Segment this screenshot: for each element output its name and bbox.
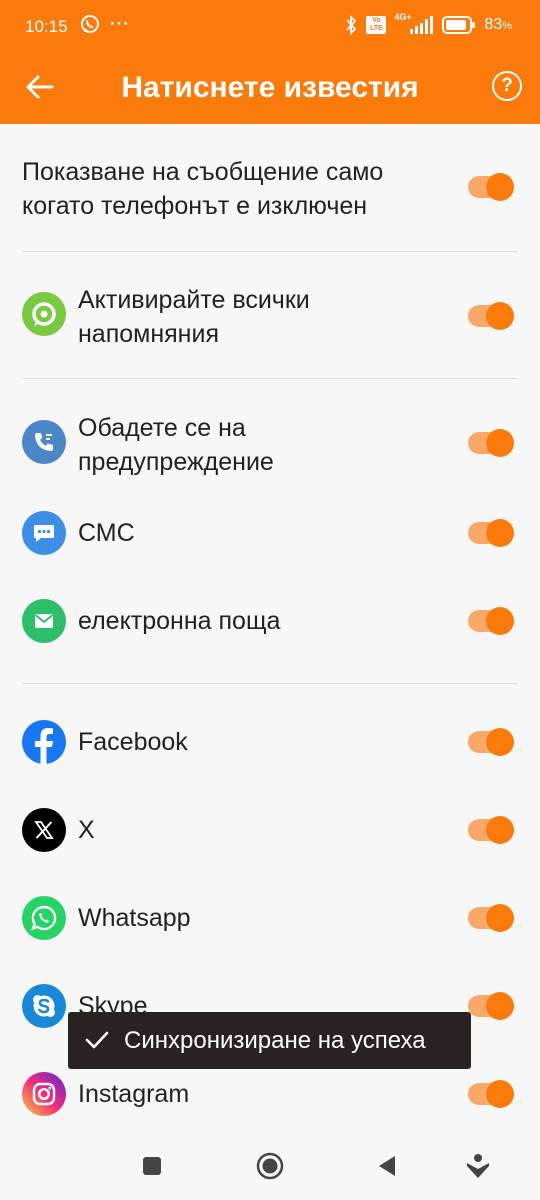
whatsapp-icon (22, 896, 66, 940)
setting-row-x[interactable]: X (0, 805, 540, 859)
toast-text: Синхронизиране на успеха (124, 1027, 426, 1054)
help-button[interactable]: ? (492, 71, 522, 101)
check-icon (85, 1031, 109, 1049)
app-header: 10:15 ··· Vo LTE 4G+ 83% Натиснете извес… (0, 0, 540, 124)
battery-percent: 83% (484, 16, 512, 33)
setting-label-phone-off: Показване на съобщение само когато телеф… (22, 158, 384, 220)
back-nav-button[interactable] (372, 1151, 402, 1181)
instagram-icon (22, 1072, 66, 1116)
help-icon: ? (501, 75, 513, 96)
system-nav-bar (0, 1135, 540, 1200)
signal-group: 4G+ (394, 12, 434, 36)
back-button[interactable] (22, 70, 58, 104)
toggle-phone-off[interactable] (468, 173, 514, 201)
signal-icon (410, 16, 434, 34)
setting-row-call-alert[interactable]: Обадете се на предупреждение (0, 408, 540, 482)
viber-icon (81, 15, 99, 33)
setting-label-whatsapp: Whatsapp (78, 904, 191, 932)
setting-row-facebook[interactable]: Facebook (0, 717, 540, 771)
setting-row-phone-off[interactable]: Показване на съобщение само когато телеф… (0, 152, 540, 232)
chat-bubble-icon (22, 511, 66, 555)
setting-label-all-reminders: Активирайте всички напомняния (78, 286, 310, 348)
divider (22, 251, 518, 252)
volte-badge: Vo LTE (366, 16, 387, 34)
setting-label-sms: СМС (78, 519, 135, 547)
bluetooth-icon (346, 15, 357, 35)
setting-row-instagram[interactable]: Instagram (0, 1069, 540, 1123)
toggle-whatsapp[interactable] (468, 904, 514, 932)
toggle-call-alert[interactable] (468, 429, 514, 457)
status-left-icons: ··· (80, 14, 130, 34)
setting-label-instagram: Instagram (78, 1080, 190, 1108)
home-button[interactable] (255, 1151, 285, 1181)
skype-icon (22, 984, 66, 1028)
toggle-sms[interactable] (468, 519, 514, 547)
toggle-instagram[interactable] (468, 1080, 514, 1108)
setting-label-email: електронна поща (78, 607, 281, 635)
recents-button[interactable] (137, 1151, 167, 1181)
setting-row-all-reminders[interactable]: Активирайте всички напомняния (0, 280, 540, 354)
status-bar: 10:15 ··· Vo LTE 4G+ 83% (0, 0, 540, 54)
setting-row-whatsapp[interactable]: Whatsapp (0, 893, 540, 947)
toggle-all-reminders[interactable] (468, 302, 514, 330)
status-more-dots: ··· (110, 14, 130, 33)
setting-row-email[interactable]: електронна поща (0, 596, 540, 650)
setting-label-call-alert: Обадете се на предупреждение (78, 414, 274, 476)
accessibility-button[interactable] (463, 1151, 493, 1181)
setting-row-sms[interactable]: СМС (0, 508, 540, 562)
phone-icon (22, 420, 66, 464)
status-right-icons: Vo LTE 4G+ 83% (344, 12, 512, 36)
x-icon (22, 808, 66, 852)
envelope-icon (22, 599, 66, 643)
setting-label-x: X (78, 816, 95, 844)
toast-message: Синхронизиране на успеха (68, 1012, 471, 1069)
toggle-facebook[interactable] (468, 728, 514, 756)
setting-label-facebook: Facebook (78, 728, 188, 756)
battery-icon (442, 16, 476, 34)
divider (22, 683, 518, 684)
toggle-email[interactable] (468, 607, 514, 635)
bell-check-icon (22, 292, 66, 336)
divider (22, 378, 518, 379)
toggle-skype[interactable] (468, 992, 514, 1020)
page-title: Натиснете известия (121, 71, 419, 104)
status-time: 10:15 (25, 17, 68, 36)
toggle-x[interactable] (468, 816, 514, 844)
facebook-icon (22, 720, 66, 764)
